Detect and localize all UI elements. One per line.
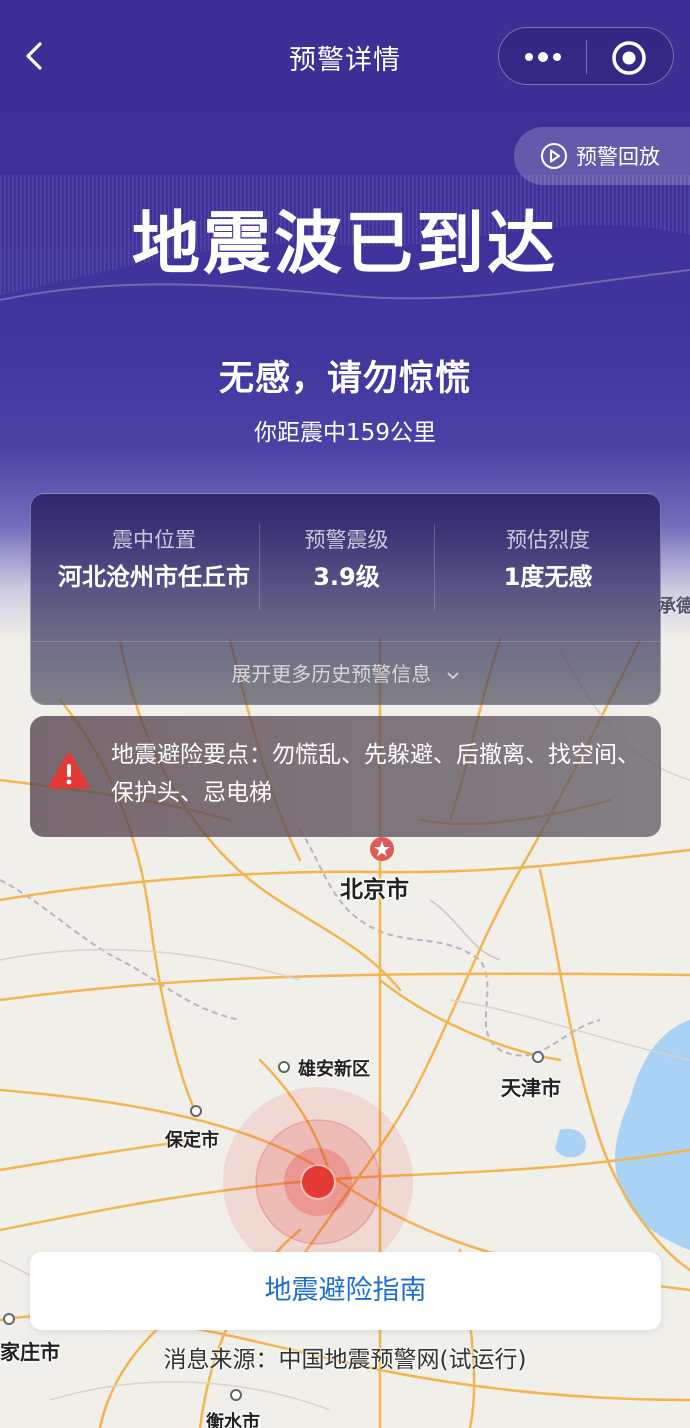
alert-title: 地震波已到达 (131, 205, 558, 284)
magnitude-label: 预警震级 (304, 528, 389, 552)
alert-subtitle: 无感，请勿惊慌 (218, 359, 471, 399)
warning-triangle-icon (48, 752, 90, 789)
replay-label: 预警回放 (576, 145, 660, 169)
map-label-beijing: 北京市 (340, 877, 409, 903)
source-text: 消息来源：中国地震预警网(试运行) (163, 1347, 527, 1373)
map-label-xiongan: 雄安新区 (298, 1059, 370, 1080)
map-label-baoding: 保定市 (165, 1130, 219, 1151)
epicenter-label: 震中位置 (112, 528, 196, 552)
epicenter-value: 河北沧州市任丘市 (58, 563, 250, 591)
city-dot-tianjin (532, 1051, 544, 1063)
expand-history-label: 展开更多历史预警信息 (231, 662, 432, 686)
map-label-tianjin: 天津市 (501, 1076, 561, 1100)
target-circle-icon[interactable] (610, 39, 648, 77)
capital-star-icon (370, 837, 394, 861)
city-dot-shijiazhuang (3, 1313, 15, 1325)
epicenter-marker (302, 1166, 334, 1198)
city-dot-baoding (190, 1105, 202, 1117)
safety-guide-button[interactable]: 地震避险指南 (30, 1252, 661, 1330)
magnitude-column: 预警震级 3.9级 (259, 524, 434, 591)
intensity-column: 预估烈度 1度无感 (434, 524, 660, 591)
map-label-hengshui: 衡水市 (206, 1412, 260, 1428)
expand-history-button[interactable]: 展开更多历史预警信息 (31, 658, 660, 687)
chevron-down-icon (447, 671, 459, 679)
distance-text: 你距震中159公里 (254, 420, 436, 446)
nav-bar: 预警详情 (0, 24, 690, 88)
mini-program-capsule (498, 27, 674, 85)
intensity-value: 1度无感 (503, 563, 593, 591)
card-divider (31, 641, 660, 642)
replay-button[interactable]: 预警回放 (514, 127, 690, 185)
safety-tips-banner: 地震避险要点：勿慌乱、先躲避、后撤离、找空间、保护头、忌电梯 (30, 716, 661, 837)
capsule-divider (586, 40, 587, 74)
safety-tips-text: 地震避险要点：勿慌乱、先躲避、后撤离、找空间、保护头、忌电梯 (111, 742, 640, 806)
quake-info-card: 震中位置 河北沧州市任丘市 预警震级 3.9级 预估烈度 1度无感 展开更多历史… (30, 493, 661, 705)
intensity-label: 预估烈度 (506, 528, 590, 552)
city-dot-hengshui (230, 1389, 242, 1401)
more-dots-icon[interactable] (519, 42, 567, 72)
city-dot-xiongan (278, 1061, 290, 1073)
play-circle-icon (541, 143, 567, 169)
magnitude-value: 3.9级 (313, 563, 380, 591)
epicenter-column: 震中位置 河北沧州市任丘市 (49, 524, 259, 591)
